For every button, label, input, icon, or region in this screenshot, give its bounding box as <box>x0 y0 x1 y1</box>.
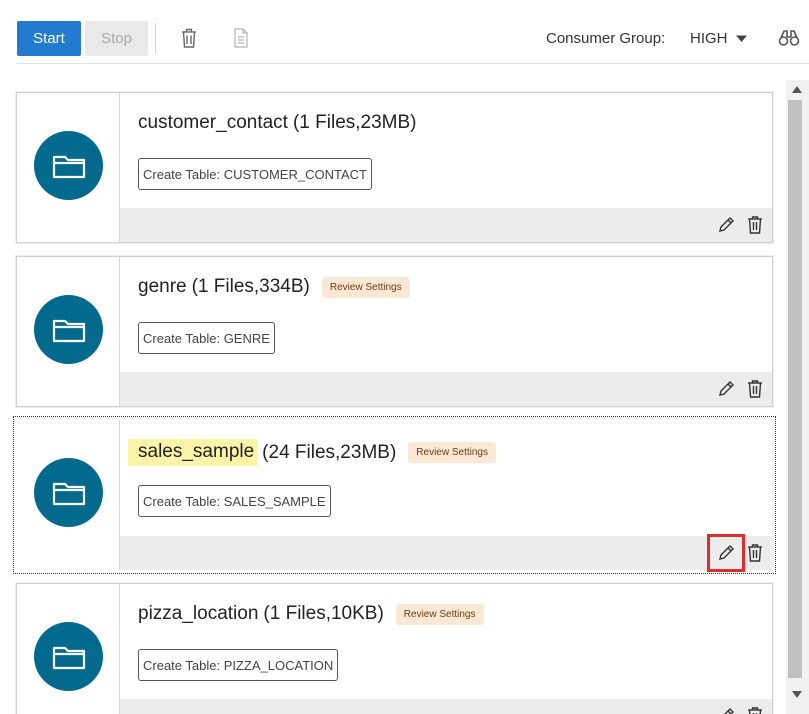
trash-icon[interactable] <box>745 379 765 399</box>
trash-icon[interactable] <box>745 543 765 563</box>
load-task-card[interactable]: customer_contact (1 Files,23MB) Create T… <box>16 92 773 243</box>
create-table-label: Create Table: CUSTOMER_CONTACT <box>138 158 372 190</box>
scroll-down-arrow-icon[interactable] <box>792 691 802 698</box>
vertical-scrollbar[interactable] <box>786 80 809 714</box>
card-body: customer_contact (1 Files,23MB) Create T… <box>120 93 772 242</box>
create-table-label: Create Table: PIZZA_LOCATION <box>138 649 339 681</box>
load-task-list: customer_contact (1 Files,23MB) Create T… <box>0 80 786 714</box>
folder-icon <box>34 131 103 200</box>
task-file-info: (24 Files,23MB) <box>262 441 397 463</box>
pencil-icon[interactable] <box>716 379 736 399</box>
pencil-icon[interactable] <box>716 706 736 714</box>
review-settings-badge[interactable]: Review Settings <box>408 442 496 463</box>
card-body: pizza_location (1 Files,10KB) Review Set… <box>120 584 772 714</box>
toolbar-divider <box>17 63 809 64</box>
card-title: customer_contact (1 Files,23MB) <box>138 112 417 134</box>
trash-icon[interactable] <box>745 215 765 235</box>
consumer-group-label: Consumer Group: <box>546 30 666 47</box>
start-button[interactable]: Start <box>17 21 81 56</box>
binoculars-icon[interactable] <box>778 28 800 48</box>
card-icon-panel <box>17 93 120 242</box>
card-icon-panel <box>17 257 120 406</box>
card-body: sales_sample (24 Files,23MB) Review Sett… <box>120 420 772 572</box>
pencil-icon[interactable] <box>716 215 736 235</box>
folder-icon <box>34 295 103 364</box>
card-footer <box>120 534 772 572</box>
load-task-card[interactable]: genre (1 Files,334B) Review Settings Cre… <box>16 256 773 407</box>
card-title: genre (1 Files,334B) Review Settings <box>138 276 410 298</box>
task-name: genre <box>138 276 187 297</box>
scrollbar-thumb[interactable] <box>788 100 802 678</box>
card-title: sales_sample (24 Files,23MB) Review Sett… <box>128 439 496 466</box>
folder-icon <box>34 622 103 691</box>
card-title: pizza_location (1 Files,10KB) Review Set… <box>138 603 484 625</box>
card-footer <box>120 699 772 714</box>
scroll-up-arrow-icon[interactable] <box>792 86 802 93</box>
review-settings-badge[interactable]: Review Settings <box>395 603 484 625</box>
task-name: sales_sample <box>128 439 258 466</box>
review-settings-badge[interactable]: Review Settings <box>321 276 410 298</box>
task-name: customer_contact <box>138 112 288 133</box>
document-icon[interactable] <box>230 26 252 50</box>
trash-icon[interactable] <box>178 26 200 50</box>
card-icon-panel <box>17 584 120 714</box>
load-task-card[interactable]: pizza_location (1 Files,10KB) Review Set… <box>16 583 773 714</box>
load-task-card-selected[interactable]: sales_sample (24 Files,23MB) Review Sett… <box>13 416 776 574</box>
task-file-info: (1 Files,334B) <box>191 276 310 297</box>
create-table-label: Create Table: GENRE <box>138 322 275 354</box>
trash-icon[interactable] <box>745 706 765 714</box>
caret-down-icon[interactable] <box>735 34 748 43</box>
task-name: pizza_location <box>138 603 259 624</box>
folder-icon <box>34 458 103 527</box>
stop-button[interactable]: Stop <box>85 21 148 56</box>
card-footer <box>120 208 772 242</box>
card-body: genre (1 Files,334B) Review Settings Cre… <box>120 257 772 406</box>
task-file-info: (1 Files,10KB) <box>263 603 384 624</box>
task-file-info: (1 Files,23MB) <box>292 112 417 133</box>
create-table-label: Create Table: SALES_SAMPLE <box>138 485 331 517</box>
toolbar: Start Stop Consumer Group: HIGH <box>0 0 809 64</box>
card-icon-panel <box>17 420 120 570</box>
toolbar-separator <box>155 23 156 53</box>
card-footer <box>120 372 772 406</box>
pencil-icon[interactable] <box>707 534 745 572</box>
consumer-group-select[interactable]: HIGH <box>690 30 728 47</box>
